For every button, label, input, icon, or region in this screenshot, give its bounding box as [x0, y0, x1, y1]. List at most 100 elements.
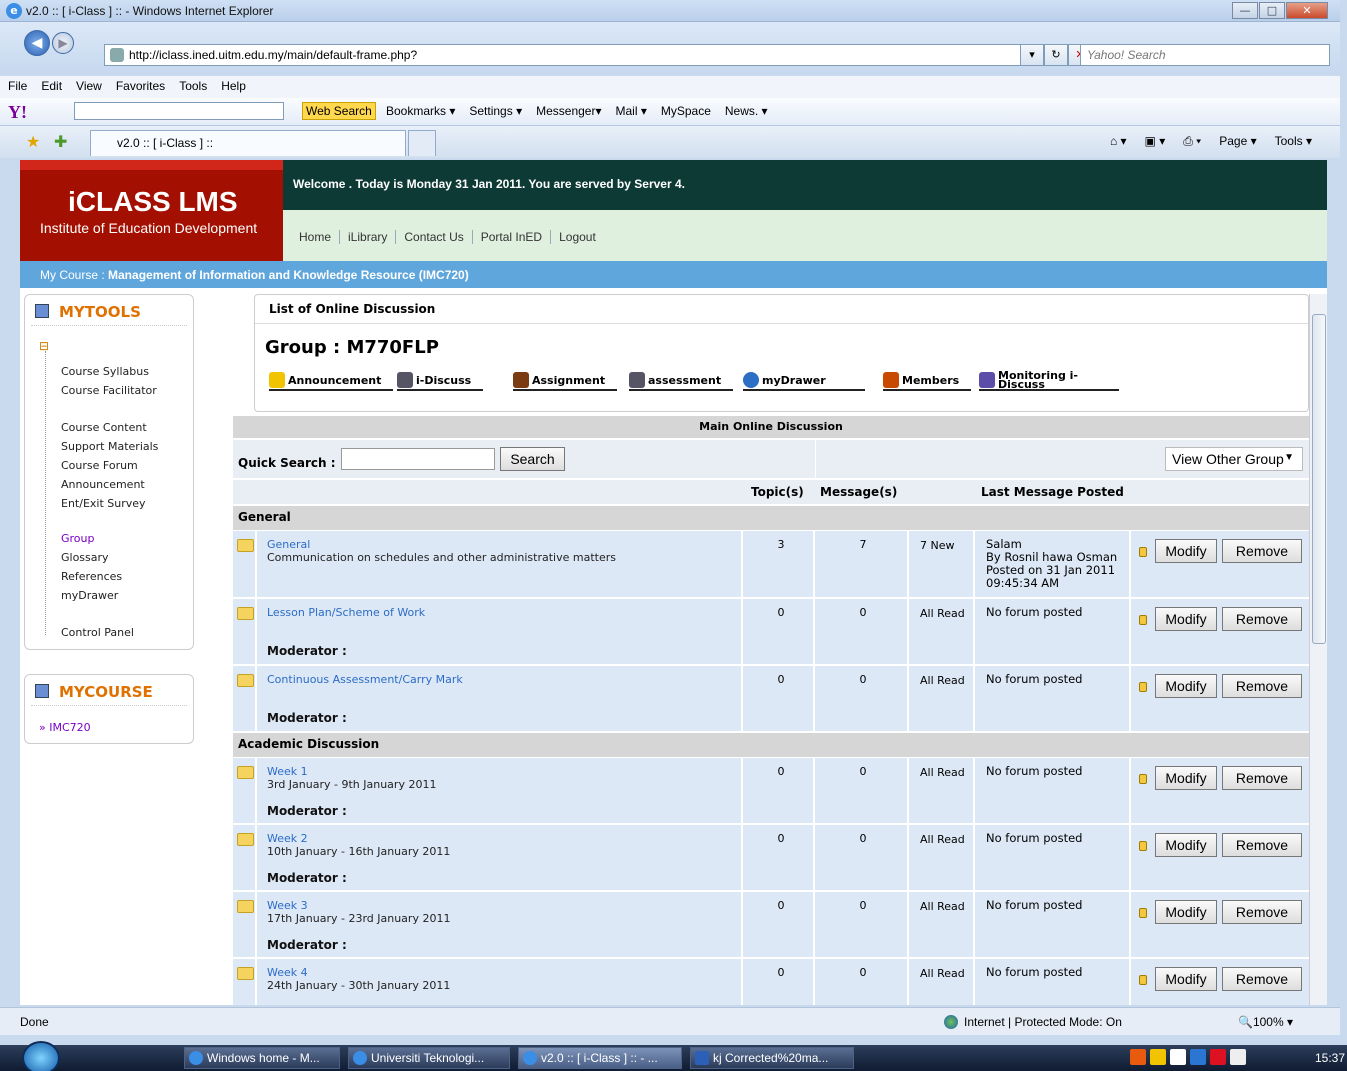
- menu-file[interactable]: File: [8, 79, 27, 95]
- forum-title[interactable]: Week 2: [267, 832, 308, 845]
- sidebar-item-announcement[interactable]: Announcement: [61, 478, 145, 491]
- page-menu-button[interactable]: Page ▾: [1219, 134, 1256, 149]
- tray-icon[interactable]: [1210, 1049, 1226, 1065]
- clock[interactable]: 15:37: [1315, 1051, 1345, 1065]
- forum-title[interactable]: Lesson Plan/Scheme of Work: [267, 606, 425, 619]
- nav-ilibrary[interactable]: iLibrary: [339, 230, 395, 244]
- tool-announcement[interactable]: Announcement: [269, 371, 394, 391]
- remove-button[interactable]: Remove: [1222, 674, 1302, 698]
- menu-tools[interactable]: Tools: [179, 79, 207, 95]
- tray-icon[interactable]: [1150, 1049, 1166, 1065]
- lock-icon[interactable]: [1139, 841, 1147, 851]
- sidebar-item-survey[interactable]: Ent/Exit Survey: [61, 497, 146, 510]
- sidebar-item-course-facilitator[interactable]: Course Facilitator: [61, 384, 157, 397]
- nav-portal-ined[interactable]: Portal InED: [471, 230, 550, 244]
- sidebar-item-course-content[interactable]: Course Content: [61, 421, 147, 434]
- myspace-button[interactable]: MySpace: [661, 104, 711, 118]
- tool-idiscuss[interactable]: i-Discuss: [397, 371, 484, 391]
- remove-button[interactable]: Remove: [1222, 900, 1302, 924]
- new-tab-button[interactable]: [408, 130, 436, 156]
- lock-icon[interactable]: [1139, 774, 1147, 784]
- tools-menu-button[interactable]: Tools ▾: [1275, 134, 1312, 149]
- forum-title[interactable]: Continuous Assessment/Carry Mark: [267, 673, 463, 686]
- search-button[interactable]: Search: [500, 447, 565, 471]
- settings-button[interactable]: Settings ▾: [469, 104, 522, 118]
- nav-logout[interactable]: Logout: [550, 230, 604, 244]
- add-favorites-icon[interactable]: ✚: [54, 132, 67, 152]
- forum-title[interactable]: General: [267, 538, 310, 551]
- remove-button[interactable]: Remove: [1222, 833, 1302, 857]
- course-name[interactable]: Management of Information and Knowledge …: [108, 268, 469, 282]
- remove-button[interactable]: Remove: [1222, 539, 1302, 563]
- menu-edit[interactable]: Edit: [41, 79, 62, 95]
- sidebar-item-support-materials[interactable]: Support Materials: [61, 440, 158, 453]
- modify-button[interactable]: Modify: [1155, 900, 1217, 924]
- sidebar-item-references[interactable]: References: [61, 570, 122, 583]
- sidebar-item-mydrawer[interactable]: myDrawer: [61, 589, 118, 602]
- modify-button[interactable]: Modify: [1155, 539, 1217, 563]
- yahoo-toolbar-search-input[interactable]: [74, 102, 284, 120]
- minimize-button[interactable]: —: [1232, 2, 1258, 19]
- forum-title[interactable]: Week 1: [267, 765, 308, 778]
- lock-icon[interactable]: [1139, 908, 1147, 918]
- taskbar-item-windows-home[interactable]: Windows home - M...: [184, 1047, 340, 1069]
- yahoo-logo-icon[interactable]: Y!: [8, 102, 27, 123]
- messenger-button[interactable]: Messenger▾: [536, 104, 601, 118]
- tray-icon[interactable]: [1230, 1049, 1246, 1065]
- close-button[interactable]: ✕: [1286, 2, 1328, 19]
- tool-assessment[interactable]: assessment: [629, 371, 734, 391]
- forward-button[interactable]: ▶: [52, 32, 74, 54]
- security-zone[interactable]: Internet | Protected Mode: On: [964, 1015, 1122, 1029]
- modify-button[interactable]: Modify: [1155, 674, 1217, 698]
- modify-button[interactable]: Modify: [1155, 967, 1217, 991]
- maximize-button[interactable]: □: [1259, 2, 1285, 19]
- favorites-star-icon[interactable]: ★: [26, 132, 40, 152]
- back-button[interactable]: ◀: [24, 30, 50, 56]
- remove-button[interactable]: Remove: [1222, 967, 1302, 991]
- tray-icon[interactable]: [1190, 1049, 1206, 1065]
- home-icon[interactable]: ⌂ ▾: [1110, 134, 1127, 149]
- menu-favorites[interactable]: Favorites: [116, 79, 165, 95]
- tool-assignment[interactable]: Assignment: [513, 371, 618, 391]
- taskbar-item-word-doc[interactable]: kj Corrected%20ma...: [690, 1047, 854, 1069]
- web-search-button[interactable]: Web Search: [302, 102, 376, 120]
- quick-search-input[interactable]: [341, 448, 495, 470]
- modify-button[interactable]: Modify: [1155, 766, 1217, 790]
- url-field[interactable]: http://iclass.ined.uitm.edu.my/main/defa…: [104, 44, 1044, 66]
- address-dropdown-icon[interactable]: ▾: [1020, 44, 1044, 66]
- news-button[interactable]: News. ▾: [725, 104, 768, 118]
- scrollbar-thumb[interactable]: [1312, 314, 1326, 644]
- bookmarks-button[interactable]: Bookmarks ▾: [386, 104, 455, 118]
- taskbar-item-iclass[interactable]: v2.0 :: [ i-Class ] :: - ...: [518, 1047, 682, 1069]
- lock-icon[interactable]: [1139, 547, 1147, 557]
- forum-title[interactable]: Week 3: [267, 899, 308, 912]
- menu-help[interactable]: Help: [221, 79, 246, 95]
- lock-icon[interactable]: [1139, 615, 1147, 625]
- sidebar-item-course-forum[interactable]: Course Forum: [61, 459, 138, 472]
- zoom-level[interactable]: 🔍100% ▾: [1238, 1015, 1293, 1029]
- sidebar-item-course-syllabus[interactable]: Course Syllabus: [61, 365, 149, 378]
- taskbar-item-universiti[interactable]: Universiti Teknologi...: [348, 1047, 510, 1069]
- lock-icon[interactable]: [1139, 682, 1147, 692]
- tool-monitoring[interactable]: Monitoring i-Discuss: [979, 370, 1119, 391]
- frame-scrollbar[interactable]: [1309, 294, 1327, 1005]
- tool-members[interactable]: Members: [883, 371, 972, 391]
- modify-button[interactable]: Modify: [1155, 833, 1217, 857]
- feeds-icon[interactable]: ▣ ▾: [1145, 134, 1166, 149]
- lock-icon[interactable]: [1139, 975, 1147, 985]
- refresh-button[interactable]: ↻: [1044, 44, 1068, 66]
- mycourse-item-imc720[interactable]: » IMC720: [39, 721, 91, 734]
- search-box[interactable]: Yahoo! Search: [1080, 44, 1330, 66]
- nav-contact-us[interactable]: Contact Us: [395, 230, 471, 244]
- tab-iclass[interactable]: v2.0 :: [ i-Class ] ::: [90, 130, 406, 156]
- mail-button[interactable]: Mail ▾: [615, 104, 646, 118]
- sidebar-item-group[interactable]: Group: [61, 532, 95, 545]
- print-icon[interactable]: ⎙ ▾: [1183, 134, 1201, 149]
- tray-icon[interactable]: [1170, 1049, 1186, 1065]
- view-other-group-select[interactable]: View Other Group ▼: [1165, 447, 1303, 471]
- start-button[interactable]: [22, 1041, 60, 1071]
- tray-icon[interactable]: [1130, 1049, 1146, 1065]
- sidebar-item-glossary[interactable]: Glossary: [61, 551, 109, 564]
- menu-view[interactable]: View: [76, 79, 102, 95]
- remove-button[interactable]: Remove: [1222, 607, 1302, 631]
